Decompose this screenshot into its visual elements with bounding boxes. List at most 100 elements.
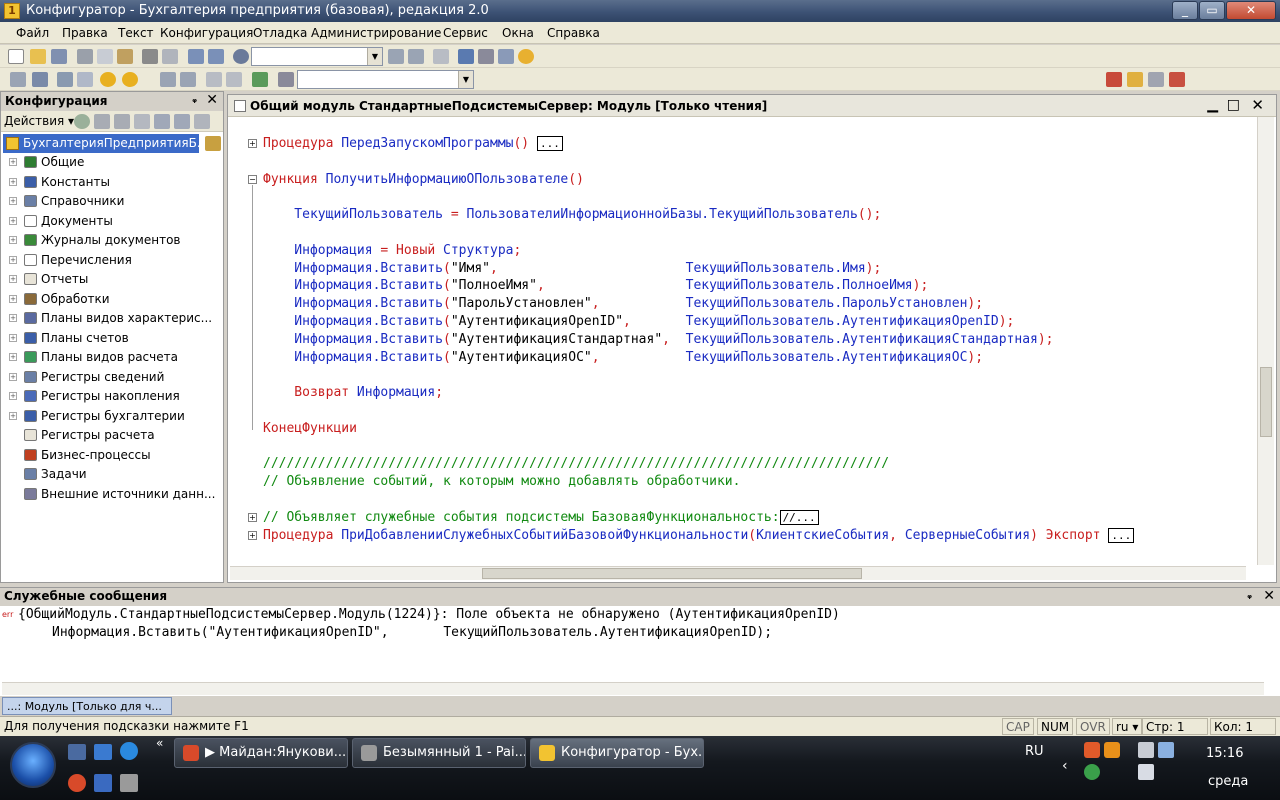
close-icon[interactable]: ✕	[206, 92, 218, 108]
paste-icon[interactable]	[117, 49, 133, 64]
code-line[interactable]: Информация.Вставить("АутентификацияОС", …	[263, 349, 983, 366]
tree-item[interactable]: Внешние источники данн...	[1, 485, 223, 505]
expand-icon[interactable]: +	[9, 353, 17, 361]
list-icon[interactable]	[10, 72, 26, 87]
start-button[interactable]	[10, 742, 56, 788]
code-line[interactable]: Информация.Вставить("ПолноеИмя", Текущий…	[263, 277, 928, 294]
outdent-icon[interactable]	[180, 72, 196, 87]
expand-icon[interactable]: +	[9, 177, 17, 186]
clock-time[interactable]: 15:16	[1206, 746, 1243, 761]
expand-block-icon[interactable]: +	[248, 530, 257, 540]
goto-icon[interactable]	[252, 72, 268, 87]
restore-button[interactable]: ▭	[1199, 1, 1225, 20]
code-line[interactable]: Процедура ПриДобавленииСлужебныхСобытийБ…	[263, 527, 1135, 544]
menu-text[interactable]: Текст	[118, 26, 154, 40]
menu-edit[interactable]: Правка	[62, 26, 108, 40]
expand-icon[interactable]: +	[9, 314, 17, 322]
volume-icon[interactable]	[1138, 764, 1154, 780]
expand-icon[interactable]: +	[9, 236, 17, 244]
prev-bookmark-icon[interactable]	[1148, 72, 1164, 87]
code-line[interactable]: Информация.Вставить("АутентификацияOpenI…	[263, 313, 1014, 330]
menu-help[interactable]: Справка	[547, 26, 600, 40]
menu-configuration[interactable]: Конфигурация	[160, 26, 253, 40]
new-icon[interactable]	[8, 49, 24, 64]
procedures-icon[interactable]	[278, 72, 294, 87]
message-line-2[interactable]: Информация.Вставить("АутентификацияOpenI…	[52, 625, 772, 640]
vertical-scrollbar[interactable]	[1257, 117, 1274, 565]
tree-item[interactable]: Регистры расчета	[1, 426, 223, 446]
expand-block-icon[interactable]: +	[248, 139, 257, 148]
procedure-combo[interactable]: ▼	[297, 70, 474, 89]
tree-item[interactable]: + Журналы документов	[1, 231, 223, 251]
scroll-thumb[interactable]	[1260, 367, 1272, 437]
tree-item[interactable]: + Регистры накопления	[1, 387, 223, 407]
menu-file[interactable]: Файл	[16, 26, 49, 40]
find-icon[interactable]	[233, 49, 249, 64]
tray-status-icon[interactable]	[1084, 764, 1100, 780]
taskbar-button[interactable]: ▶ Майдан:Янукови...	[174, 738, 348, 768]
taskbar-button[interactable]: Безымянный 1 - Pai...	[352, 738, 526, 768]
tree-item[interactable]: + Планы видов расчета	[1, 348, 223, 368]
debug-icon[interactable]	[122, 72, 138, 87]
menu-windows[interactable]: Окна	[502, 26, 534, 40]
chevron-down-icon[interactable]: ▼	[458, 71, 473, 88]
tray-device-icon[interactable]	[1138, 742, 1154, 758]
redo-icon[interactable]	[208, 49, 224, 64]
code-line[interactable]: Информация.Вставить("АутентификацияСтанд…	[263, 331, 1053, 348]
switch-windows-icon[interactable]	[94, 744, 112, 760]
expand-icon[interactable]: +	[9, 197, 17, 205]
editor-maximize-icon[interactable]: □	[1227, 97, 1240, 113]
menu-administration[interactable]: Администрирование	[311, 26, 441, 40]
show-desktop-icon[interactable]	[68, 744, 86, 760]
messages-pin-icon[interactable]: ᵩ	[1247, 590, 1252, 601]
tree-item[interactable]: + Константы	[1, 173, 223, 193]
code-line[interactable]: Информация.Вставить("ПарольУстановлен", …	[263, 295, 983, 312]
code-line[interactable]: ////////////////////////////////////////…	[263, 455, 889, 472]
tree-item[interactable]: + Регистры бухгалтерии	[1, 407, 223, 427]
next-bookmark-icon[interactable]	[1127, 72, 1143, 87]
tree-item[interactable]: + Справочники	[1, 192, 223, 212]
code-line[interactable]: // Объявляет служебные события подсистем…	[263, 509, 819, 526]
close-button[interactable]: ✕	[1226, 1, 1276, 20]
collapse-block-icon[interactable]: −	[248, 174, 257, 184]
expand-icon[interactable]: +	[9, 158, 17, 166]
tree-item[interactable]: + Планы видов характерис...	[1, 309, 223, 329]
actions-menu[interactable]: Действия ▾	[4, 114, 74, 128]
sort-icon[interactable]	[194, 114, 210, 129]
comment-icon[interactable]	[206, 72, 222, 87]
move-up-icon[interactable]	[154, 114, 170, 129]
search-combo[interactable]: ▼	[251, 47, 383, 66]
expand-icon[interactable]: +	[9, 216, 17, 225]
code-line[interactable]: Функция ПолучитьИнформациюОПользователе(…	[263, 171, 584, 188]
tree-item[interactable]: + Документы	[1, 212, 223, 232]
quick-launch-chevron[interactable]: «	[156, 736, 163, 750]
chevron-down-icon[interactable]: ▼	[367, 48, 382, 65]
code-line[interactable]: КонецФункции	[263, 420, 357, 437]
clear-bookmarks-icon[interactable]	[1169, 72, 1185, 87]
tree-item[interactable]: + Перечисления	[1, 251, 223, 271]
tree-item[interactable]: Задачи	[1, 465, 223, 485]
h-scroll-thumb[interactable]	[482, 568, 862, 579]
save-icon[interactable]	[51, 49, 67, 64]
message-line-1[interactable]: {ОбщийМодуль.СтандартныеПодсистемыСервер…	[18, 607, 840, 622]
expand-icon[interactable]: +	[9, 294, 17, 303]
menu-service[interactable]: Сервис	[443, 26, 488, 40]
tray-update-icon[interactable]	[1104, 742, 1120, 758]
print-icon[interactable]	[142, 49, 158, 64]
horizontal-scrollbar[interactable]	[230, 566, 1246, 580]
taskbar-button[interactable]: Конфигуратор - Бух...	[530, 738, 704, 768]
copy-item-icon[interactable]	[114, 114, 130, 129]
messages-close-icon[interactable]: ✕	[1263, 588, 1275, 604]
tree-icon[interactable]	[57, 72, 73, 87]
syntax-assist-icon[interactable]	[458, 49, 474, 64]
network-icon[interactable]	[1158, 742, 1174, 758]
editor-close-icon[interactable]: ✕	[1251, 96, 1264, 114]
form-icon[interactable]	[77, 72, 93, 87]
run-icon[interactable]	[100, 72, 116, 87]
chrome-icon[interactable]	[68, 774, 86, 792]
menu-debug[interactable]: Отладка	[253, 26, 307, 40]
code-line[interactable]: Процедура ПередЗапускомПрограммы() ...	[263, 135, 563, 152]
tree-item[interactable]: + Обработки	[1, 290, 223, 310]
tray-app-icon[interactable]	[1084, 742, 1100, 758]
pin-icon[interactable]: ᵩ	[192, 94, 197, 105]
